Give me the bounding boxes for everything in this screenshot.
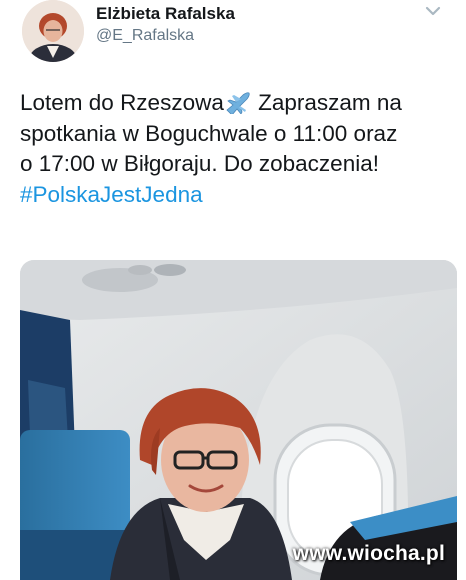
- airplane-emoji-icon: [224, 90, 252, 116]
- photo-image: [20, 260, 457, 580]
- hashtag-link[interactable]: #PolskaJestJedna: [20, 180, 458, 211]
- tweet-text-segment: Lotem do Rzeszowa: [20, 90, 224, 115]
- tweet-text: Lotem do Rzeszowa Zapraszam na spotkania…: [20, 88, 458, 210]
- tweet-line-1: Lotem do Rzeszowa Zapraszam na: [20, 88, 458, 119]
- watermark: www.wiocha.pl: [292, 542, 445, 565]
- display-name[interactable]: Elżbieta Rafalska: [96, 4, 235, 24]
- chevron-down-icon[interactable]: [420, 2, 446, 22]
- tweet-line-3: o 17:00 w Biłgoraju. Do zobaczenia!: [20, 151, 379, 176]
- tweet-photo[interactable]: www.wiocha.pl: [20, 260, 457, 580]
- user-handle[interactable]: @E_Rafalska: [96, 27, 194, 45]
- tweet-text-segment: Zapraszam na: [258, 90, 402, 115]
- tweet-line-2: spotkania w Boguchwale o 11:00 oraz: [20, 120, 398, 146]
- tweet-header: Elżbieta Rafalska @E_Rafalska: [0, 0, 466, 70]
- avatar[interactable]: [22, 0, 84, 62]
- avatar-image: [22, 0, 84, 62]
